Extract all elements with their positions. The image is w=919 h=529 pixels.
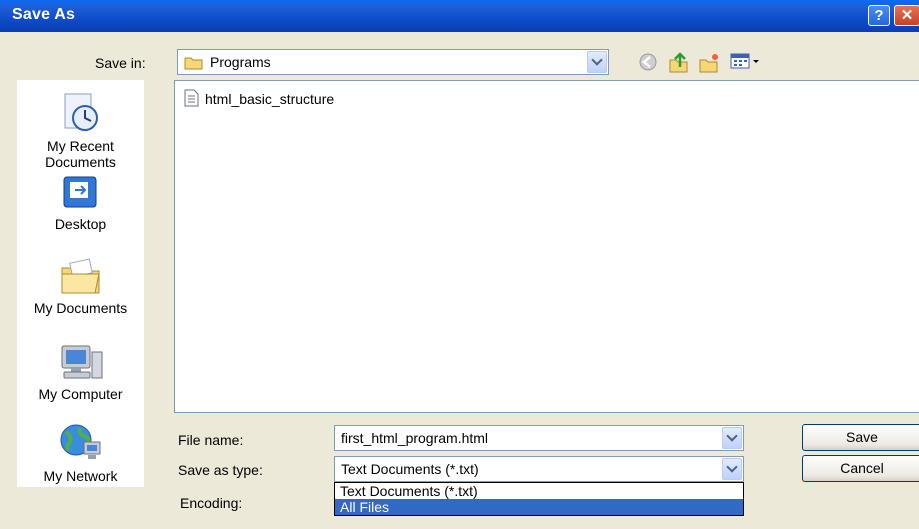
place-label: My Recent Documents xyxy=(45,138,116,170)
my-network-icon xyxy=(60,424,100,459)
window-title: Save As xyxy=(12,6,76,23)
place-my-documents[interactable]: My Documents xyxy=(17,256,144,316)
place-label: My Documents xyxy=(33,300,128,316)
desktop-icon xyxy=(63,176,96,208)
dropdown-option-all-files[interactable]: All Files xyxy=(335,499,743,515)
save-in-combo[interactable]: Programs xyxy=(177,49,609,75)
place-my-network[interactable]: My Network xyxy=(17,420,144,484)
place-my-recent-documents[interactable]: My Recent Documents xyxy=(17,90,144,170)
dropdown-option-text-documents[interactable]: Text Documents (*.txt) xyxy=(335,483,743,499)
save-as-type-dropdown-button[interactable] xyxy=(722,458,742,480)
file-name-value: first_html_program.html xyxy=(341,430,489,446)
cancel-button[interactable]: Cancel xyxy=(802,455,919,482)
encoding-label: Encoding: xyxy=(180,495,243,511)
save-in-dropdown-button[interactable] xyxy=(587,51,607,73)
recent-documents-icon xyxy=(64,93,98,131)
back-icon[interactable] xyxy=(638,52,658,72)
text-file-icon xyxy=(184,89,199,107)
place-label: Desktop xyxy=(54,216,107,232)
place-label: My Computer xyxy=(38,386,123,402)
save-as-type-value: Text Documents (*.txt) xyxy=(341,461,479,477)
up-folder-icon[interactable] xyxy=(668,52,690,74)
save-button[interactable]: Save xyxy=(802,424,919,451)
places-bar: My Recent Documents Desktop My Documents xyxy=(17,80,144,487)
file-list[interactable]: html_basic_structure xyxy=(174,80,919,413)
my-documents-icon xyxy=(61,258,100,294)
title-bar[interactable]: Save As ? ✕ xyxy=(0,0,919,32)
save-as-type-select[interactable]: Text Documents (*.txt) xyxy=(334,456,744,482)
file-name-dropdown-button[interactable] xyxy=(722,427,742,449)
place-label: My Network xyxy=(43,468,118,484)
save-in-value: Programs xyxy=(210,54,271,70)
folder-icon xyxy=(184,57,203,70)
help-button[interactable]: ? xyxy=(868,5,890,26)
file-name-input[interactable]: first_html_program.html xyxy=(334,425,744,451)
file-item[interactable]: html_basic_structure xyxy=(183,89,334,107)
my-computer-icon xyxy=(61,345,102,379)
save-in-label: Save in: xyxy=(95,55,146,71)
place-desktop[interactable]: Desktop xyxy=(17,174,144,232)
save-as-type-dropdown-list: Text Documents (*.txt) All Files xyxy=(334,482,744,516)
save-as-dialog: Save As ? ✕ Save in: Programs My Recent … xyxy=(0,0,919,529)
place-my-computer[interactable]: My Computer xyxy=(17,342,144,402)
file-name-label: File name: xyxy=(178,432,244,448)
save-as-type-label: Save as type: xyxy=(178,462,263,478)
file-name: html_basic_structure xyxy=(205,91,335,107)
views-menu-icon[interactable] xyxy=(730,52,762,72)
close-button[interactable]: ✕ xyxy=(894,5,919,26)
new-folder-icon[interactable] xyxy=(698,52,720,74)
